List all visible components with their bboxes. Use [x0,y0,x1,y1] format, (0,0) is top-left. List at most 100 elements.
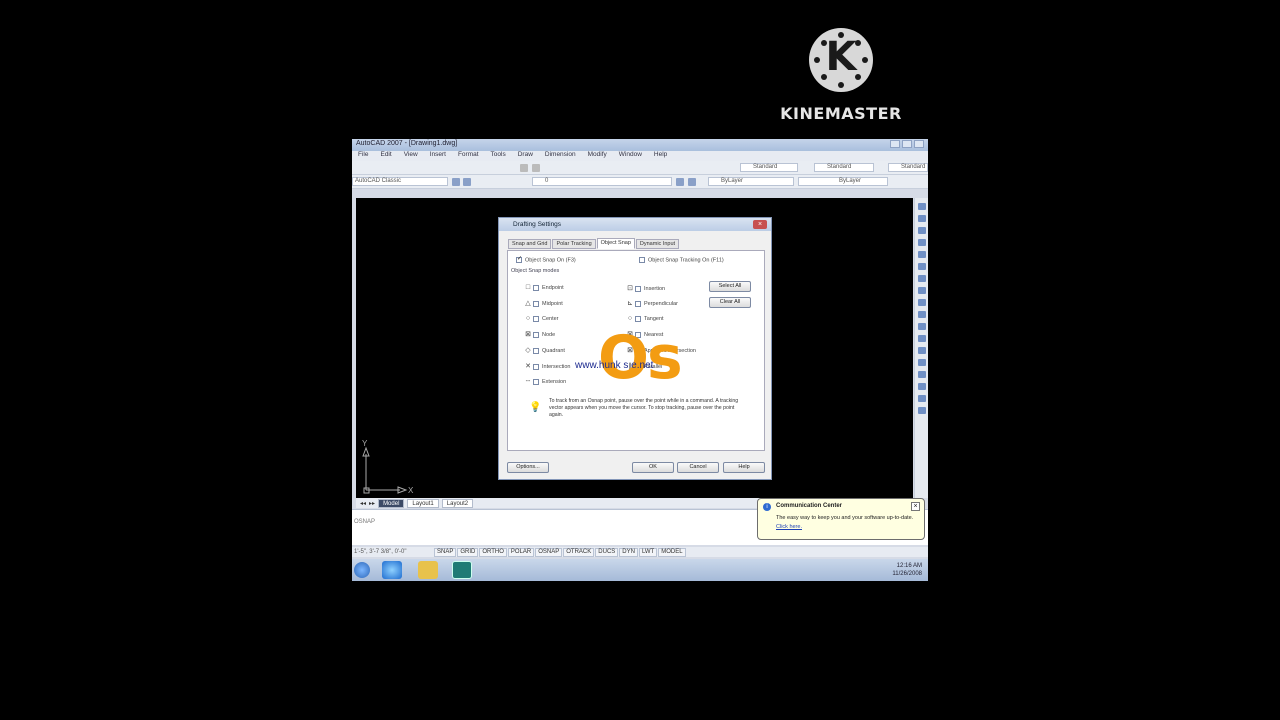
linetype-select[interactable]: ByLayer [798,177,888,186]
menu-insert[interactable]: Insert [430,151,446,161]
ucs-x-label: X [408,486,414,495]
mode-extension[interactable]: -- Extension [523,378,567,385]
mode-node[interactable]: ⊠ Node [523,330,555,338]
workspace-select[interactable]: AutoCAD Classic [352,177,448,186]
circle-icon[interactable] [917,275,926,282]
mode-insertion[interactable]: ⊡ Insertion [625,284,665,292]
tab-layout2[interactable]: Layout2 [441,498,474,508]
hatch-icon[interactable] [917,371,926,378]
tab-model[interactable]: Model [378,498,405,508]
region-icon[interactable] [917,395,926,402]
menu-draw[interactable]: Draw [518,151,533,161]
dialog-title: Drafting Settings [513,221,562,228]
mode-perpendicular[interactable]: ⊾ Perpendicular [625,299,678,307]
ok-button[interactable]: OK [632,462,674,473]
osnap-on-checkbox[interactable]: Object Snap On (F3) [516,255,576,263]
dialog-close-button[interactable]: × [753,220,767,229]
command-history: OSNAP [354,519,376,525]
revcloud-icon[interactable] [917,287,926,294]
menu-file[interactable]: File [358,151,368,161]
ie-icon[interactable] [382,561,402,579]
menu-help[interactable]: Help [654,151,667,161]
mode-center[interactable]: ○ Center [523,315,559,322]
clear-all-button[interactable]: Clear All [709,297,751,308]
help-button[interactable]: Help [723,462,765,473]
coordinate-readout: 1'-5", 3'-7 3/8", 0'-0" [354,549,407,555]
menu-edit[interactable]: Edit [380,151,391,161]
tab-layout1[interactable]: Layout1 [407,498,439,508]
snap-toggle[interactable]: SNAP [434,547,457,557]
select-all-button[interactable]: Select All [709,281,751,292]
close-window-button[interactable] [914,140,924,148]
line-tool-icon[interactable] [917,203,926,210]
arc-icon[interactable] [917,263,926,270]
ellipse-icon[interactable] [917,311,926,318]
spline-icon[interactable] [917,299,926,306]
mode-tangent[interactable]: ○ Tangent [625,315,664,322]
rectangle-icon[interactable] [917,251,926,258]
tab-object-snap[interactable]: Object Snap [596,238,635,249]
layer-select[interactable]: 0 [532,177,672,186]
tab-snap-and-grid[interactable]: Snap and Grid [508,239,552,249]
dyn-toggle[interactable]: DYN [619,547,638,557]
ellipse-arc-icon[interactable] [917,323,926,330]
grid-toggle[interactable]: GRID [457,547,479,557]
menu-tools[interactable]: Tools [491,151,506,161]
make-current-icon[interactable] [676,178,684,186]
balloon-close-button[interactable]: × [911,502,920,511]
cancel-button[interactable]: Cancel [677,462,719,473]
mode-quadrant[interactable]: ◇ Quadrant [523,346,565,354]
autocad-taskbar-icon[interactable] [452,561,472,579]
tab-dynamic-input[interactable]: Dynamic Input [635,239,680,249]
model-toggle[interactable]: MODEL [658,547,686,557]
minimize-button[interactable] [890,140,900,148]
table-style-select[interactable]: Standard [888,163,928,172]
node-icon: ⊠ [525,331,531,338]
mode-midpoint[interactable]: △ Midpoint [523,299,563,307]
otrack-toggle[interactable]: OTRACK [563,547,595,557]
window-titlebar: AutoCAD 2007 - [Drawing1.dwg] [352,139,928,151]
gradient-icon[interactable] [917,383,926,390]
construction-line-icon[interactable] [917,215,926,222]
mode-endpoint[interactable]: □ Endpoint [523,284,564,291]
ducs-toggle[interactable]: DUCS [595,547,619,557]
osnap-toggle[interactable]: OSNAP [535,547,563,557]
polygon-icon[interactable] [917,239,926,246]
polyline-icon[interactable] [917,227,926,234]
menu-modify[interactable]: Modify [588,151,607,161]
menu-format[interactable]: Format [458,151,479,161]
redo-icon[interactable] [532,164,540,172]
text-style-select[interactable]: Standard [740,163,798,172]
point-icon[interactable] [917,359,926,366]
layer-previous-icon[interactable] [688,178,696,186]
table-icon[interactable] [917,407,926,414]
tracking-hint: To track from an Osnap point, pause over… [549,398,739,418]
menu-window[interactable]: Window [619,151,642,161]
balloon-link[interactable]: Click here. [776,524,918,530]
insertion-icon: ⊡ [627,285,633,292]
menu-view[interactable]: View [404,151,418,161]
insert-block-icon[interactable] [917,335,926,342]
dim-style-select[interactable]: Standard [814,163,874,172]
options-button[interactable]: Options... [507,462,549,473]
polar-toggle[interactable]: POLAR [507,547,535,557]
ortho-toggle[interactable]: ORTHO [479,547,507,557]
menu-dimension[interactable]: Dimension [545,151,576,161]
layer-properties-icon[interactable] [463,178,471,186]
start-button[interactable] [354,562,370,578]
ucs-y-label: Y [362,439,368,448]
tab-polar-tracking[interactable]: Polar Tracking [552,239,596,249]
osnap-tracking-checkbox[interactable]: Object Snap Tracking On (F11) [639,257,724,263]
make-block-icon[interactable] [917,347,926,354]
lwt-toggle[interactable]: LWT [638,547,658,557]
mode-intersection[interactable]: ✕ Intersection [523,362,570,370]
kinemaster-logo-icon: K [809,28,873,92]
workspace-settings-icon[interactable] [452,178,460,186]
undo-icon[interactable] [520,164,528,172]
color-select[interactable]: ByLayer [708,177,794,186]
tab-nav-first-icon[interactable]: ◂◂ [360,500,366,507]
system-tray: 12:16 AM 11/26/2008 [892,562,922,578]
explorer-icon[interactable] [418,561,438,579]
maximize-button[interactable] [902,140,912,148]
tab-nav-next-icon[interactable]: ▸▸ [369,500,375,507]
